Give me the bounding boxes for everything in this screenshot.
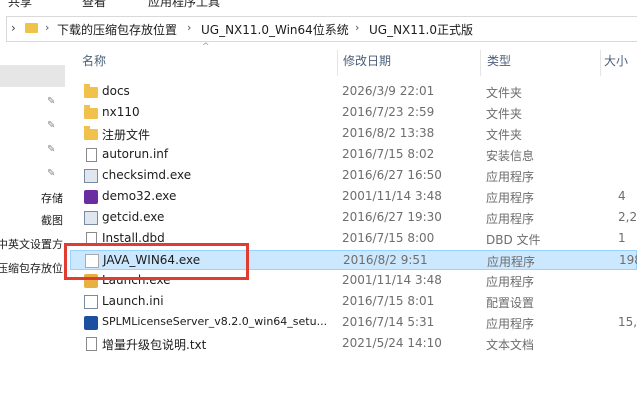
ribbon-tabs-partial: 共享 查看 应用程序工具: [0, 0, 637, 12]
column-header-date[interactable]: 修改日期: [343, 52, 391, 72]
file-name: docs: [102, 84, 130, 98]
nav-item[interactable]: 压缩包存放位: [0, 260, 63, 276]
file-type: 应用程序: [486, 191, 535, 205]
file-name: SPLMLicenseServer_v8.2.0_win64_setu...: [102, 315, 328, 328]
nav-item[interactable]: 存储: [41, 190, 63, 206]
file-name: 注册文件: [102, 128, 151, 142]
chevron-right-icon[interactable]: ›: [45, 21, 49, 34]
list-item[interactable]: checksimd.exe 2016/6/27 16:50 应用程序: [70, 166, 637, 186]
ini-icon: [84, 295, 98, 309]
file-size: 198,3: [619, 253, 637, 267]
chevron-right-icon[interactable]: ›: [187, 21, 191, 34]
file-name: nx110: [102, 105, 140, 119]
column-divider[interactable]: [600, 50, 601, 76]
chevron-left-icon[interactable]: ›: [11, 21, 16, 35]
nav-item[interactable]: 截图: [41, 212, 63, 228]
sort-up-icon: ^: [202, 42, 210, 52]
file-date: 2016/7/15 8:02: [342, 147, 435, 161]
file-date: 2016/7/23 2:59: [342, 105, 435, 119]
file-date: 2016/8/2 13:38: [342, 126, 435, 140]
tab-app-tools[interactable]: 应用程序工具: [148, 0, 220, 10]
tab-view[interactable]: 查看: [82, 0, 106, 10]
file-date: 2001/11/14 3:48: [342, 189, 442, 203]
folder-icon: [25, 23, 38, 33]
navigation-pane: ✎ ✎ ✎ ✎ 存储 截图 中英文设置方 压缩包存放位: [0, 44, 65, 409]
app-icon: [84, 211, 98, 225]
file-type: 应用程序: [486, 170, 535, 184]
address-bar[interactable]: › › 下载的压缩包存放位置 › UG_NX11.0_Win64位系统 › UG…: [6, 16, 637, 42]
breadcrumb-item[interactable]: UG_NX11.0正式版: [369, 21, 473, 38]
breadcrumb-item[interactable]: 下载的压缩包存放位置: [57, 21, 177, 38]
file-type: 安装信息: [486, 149, 535, 163]
file-date: 2016/6/27 16:50: [342, 168, 442, 182]
list-item[interactable]: SPLMLicenseServer_v8.2.0_win64_setu... 2…: [70, 313, 637, 333]
server-icon: [84, 316, 98, 330]
file-icon: [86, 148, 97, 162]
folder-icon: [84, 105, 98, 119]
file-name: getcid.exe: [102, 210, 165, 224]
file-date: 2026/3/9 22:01: [342, 84, 435, 98]
file-name: autorun.inf: [102, 147, 169, 161]
file-type: 文本文档: [486, 338, 535, 352]
column-divider[interactable]: [337, 50, 338, 76]
file-type: 文件夹: [486, 107, 523, 121]
folder-icon: [84, 84, 98, 98]
file-name: checksimd.exe: [102, 168, 192, 182]
file-date: 2021/5/24 14:10: [342, 336, 442, 350]
folder-icon: [84, 126, 98, 140]
list-item[interactable]: 注册文件 2016/8/2 13:38 文件夹: [70, 124, 637, 144]
highlight-box: [64, 243, 249, 280]
file-size: 2,2: [618, 210, 637, 224]
column-header-type[interactable]: 类型: [487, 52, 511, 72]
pin-icon[interactable]: ✎: [47, 120, 55, 131]
file-size: 15,8: [618, 315, 637, 329]
tab-share[interactable]: 共享: [8, 0, 32, 10]
file-type: 文件夹: [486, 128, 523, 142]
nav-item[interactable]: 中英文设置方: [0, 236, 63, 252]
breadcrumb-item[interactable]: UG_NX11.0_Win64位系统: [201, 21, 349, 38]
file-name: Launch.ini: [102, 294, 164, 308]
pin-icon[interactable]: ✎: [47, 96, 55, 107]
file-type: 应用程序: [486, 317, 535, 331]
nav-selected-item[interactable]: [0, 65, 65, 87]
file-name: demo32.exe: [102, 189, 177, 203]
file-icon: [86, 337, 97, 351]
demo-icon: [84, 190, 98, 204]
file-type: DBD 文件: [486, 233, 541, 247]
pin-icon[interactable]: ✎: [47, 168, 55, 179]
column-header-name[interactable]: 名称: [82, 52, 106, 72]
list-item[interactable]: 增量升级包说明.txt 2021/5/24 14:10 文本文档: [70, 334, 637, 354]
pin-icon[interactable]: ✎: [47, 144, 55, 155]
chevron-right-icon[interactable]: ›: [355, 21, 359, 34]
file-name: 增量升级包说明.txt: [102, 338, 207, 352]
app-icon: [84, 169, 98, 183]
column-header-size[interactable]: 大小: [604, 52, 628, 72]
file-type: 应用程序: [486, 212, 535, 226]
file-size: 4: [618, 189, 626, 203]
file-date: 2016/6/27 19:30: [342, 210, 442, 224]
file-date: 2016/8/2 9:51: [343, 253, 428, 267]
file-type: 应用程序: [486, 275, 535, 289]
file-type: 文件夹: [486, 86, 523, 100]
file-date: 2016/7/15 8:01: [342, 294, 435, 308]
file-date: 2001/11/14 3:48: [342, 273, 442, 287]
file-type: 应用程序: [487, 255, 536, 269]
list-item[interactable]: demo32.exe 2001/11/14 3:48 应用程序 4: [70, 187, 637, 207]
list-item[interactable]: getcid.exe 2016/6/27 19:30 应用程序 2,2: [70, 208, 637, 228]
list-item[interactable]: nx110 2016/7/23 2:59 文件夹: [70, 103, 637, 123]
file-type: 配置设置: [486, 296, 535, 310]
list-item[interactable]: Launch.ini 2016/7/15 8:01 配置设置: [70, 292, 637, 312]
file-size: 1: [618, 231, 626, 245]
list-item[interactable]: autorun.inf 2016/7/15 8:02 安装信息: [70, 145, 637, 165]
file-date: 2016/7/15 8:00: [342, 231, 435, 245]
list-item[interactable]: docs 2026/3/9 22:01 文件夹: [70, 82, 637, 102]
file-date: 2016/7/14 5:31: [342, 315, 435, 329]
column-divider[interactable]: [480, 50, 481, 76]
